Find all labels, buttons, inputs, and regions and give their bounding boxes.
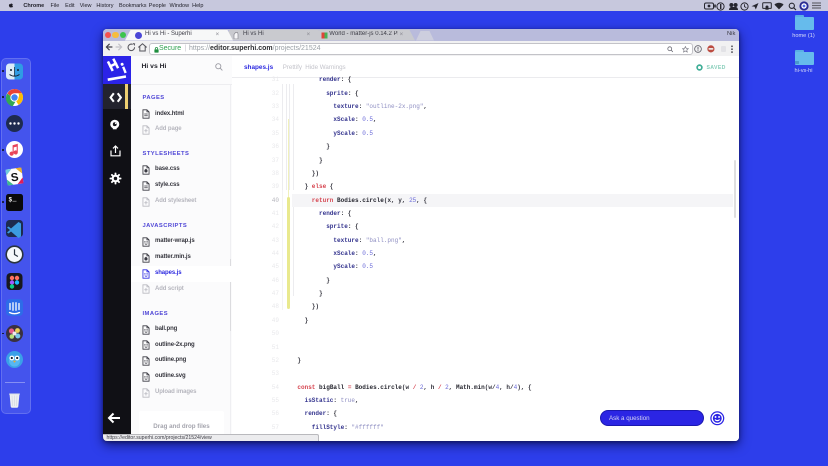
svg-text:$: $: [8, 196, 12, 203]
